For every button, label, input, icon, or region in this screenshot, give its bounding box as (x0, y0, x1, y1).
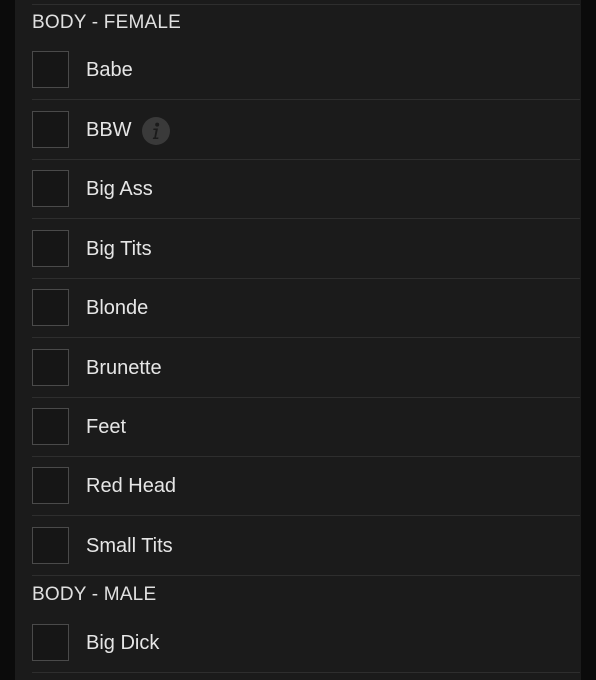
filter-row-small-tits[interactable]: Small Tits (32, 517, 580, 576)
checkbox-blonde[interactable] (32, 289, 69, 326)
filter-row-big-dick[interactable]: Big Dick (32, 614, 580, 673)
filter-label-blonde: Blonde (86, 297, 149, 319)
filter-row-big-ass[interactable]: Big Ass (32, 160, 580, 219)
filter-row-bbw[interactable]: BBW (32, 101, 580, 160)
checkbox-babe[interactable] (32, 51, 69, 88)
filter-row-big-tits[interactable]: Big Tits (32, 220, 580, 279)
checkbox-big-dick[interactable] (32, 624, 69, 661)
category-filter-panel: BODY - FEMALE Babe BBW Big Ass Big Tits … (15, 0, 581, 680)
filter-label-babe: Babe (86, 59, 133, 81)
filter-row-red-head[interactable]: Red Head (32, 457, 580, 516)
filter-row-babe[interactable]: Babe (32, 41, 580, 100)
checkbox-feet[interactable] (32, 408, 69, 445)
section-header-body-female: BODY - FEMALE (32, 12, 182, 33)
checkbox-brunette[interactable] (32, 349, 69, 386)
filter-label-red-head: Red Head (86, 475, 177, 497)
filter-label-bbw: BBW (86, 119, 132, 141)
filter-row-feet[interactable]: Feet (32, 398, 580, 457)
filter-label-big-dick: Big Dick (86, 632, 160, 654)
top-divider (32, 4, 580, 5)
filter-label-feet: Feet (86, 416, 127, 438)
filter-row-brunette[interactable]: Brunette (32, 339, 580, 398)
checkbox-small-tits[interactable] (32, 527, 69, 564)
checkbox-big-tits[interactable] (32, 230, 69, 267)
checkbox-big-ass[interactable] (32, 170, 69, 207)
filter-label-brunette: Brunette (86, 357, 162, 379)
filter-row-blonde[interactable]: Blonde (32, 279, 580, 338)
info-icon[interactable] (142, 117, 170, 145)
filter-label-big-ass: Big Ass (86, 178, 153, 200)
section-header-body-male: BODY - MALE (32, 584, 157, 605)
checkbox-red-head[interactable] (32, 467, 69, 504)
filter-label-big-tits: Big Tits (86, 238, 152, 260)
checkbox-bbw[interactable] (32, 111, 69, 148)
filter-label-small-tits: Small Tits (86, 535, 173, 557)
